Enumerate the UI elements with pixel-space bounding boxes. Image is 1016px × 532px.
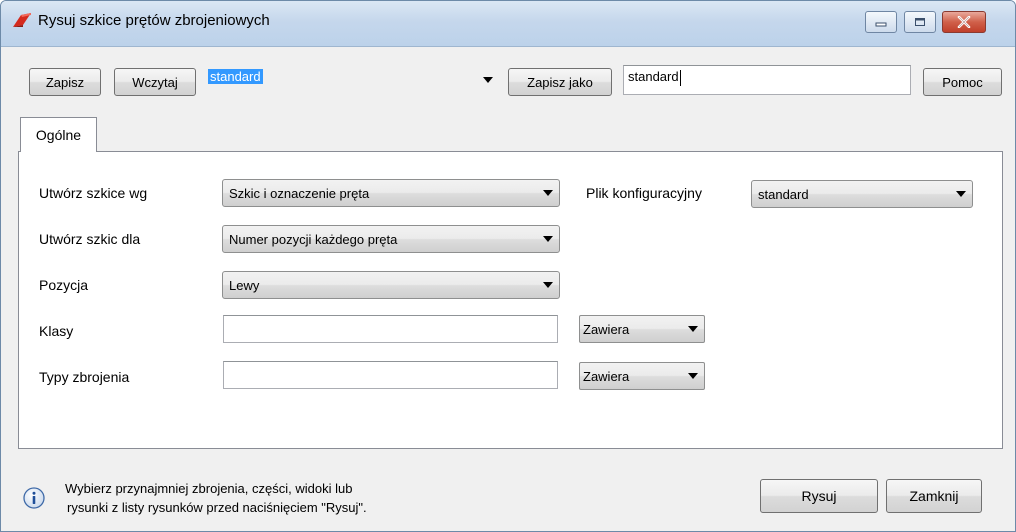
classes-filter-select[interactable]: Zawiera xyxy=(579,315,705,343)
chevron-down-icon xyxy=(682,326,704,332)
create-by-select[interactable]: Szkic i oznaczenie pręta xyxy=(222,179,560,207)
info-message: Wybierz przynajmniej zbrojenia, części, … xyxy=(65,479,495,517)
minimize-button[interactable] xyxy=(865,11,897,33)
config-file-select[interactable]: standard xyxy=(751,180,973,208)
help-button[interactable]: Pomoc xyxy=(923,68,1002,96)
save-as-button[interactable]: Zapisz jako xyxy=(508,68,612,96)
save-as-name-input[interactable]: standard xyxy=(623,65,911,95)
rebar-types-filter-select[interactable]: Zawiera xyxy=(579,362,705,390)
chevron-down-icon xyxy=(682,373,704,379)
position-select[interactable]: Lewy xyxy=(222,271,560,299)
info-line-1: Wybierz przynajmniej zbrojenia, części, … xyxy=(65,481,353,496)
position-value: Lewy xyxy=(229,277,260,293)
chevron-down-icon xyxy=(950,191,972,197)
rebar-types-label: Typy zbrojenia xyxy=(39,369,130,385)
title-bar[interactable]: Rysuj szkice prętów zbrojeniowych xyxy=(1,1,1015,47)
save-as-name-value: standard xyxy=(628,69,679,84)
rebar-types-input[interactable] xyxy=(223,361,558,389)
position-label: Pozycja xyxy=(39,277,89,293)
close-button[interactable]: Zamknij xyxy=(886,479,982,513)
preset-value: standard xyxy=(208,69,263,84)
dialog-window: Rysuj szkice prętów zbrojeniowych Zapisz… xyxy=(0,0,1016,532)
app-icon xyxy=(13,13,31,27)
info-icon xyxy=(23,487,45,509)
classes-label: Klasy xyxy=(39,323,74,339)
chevron-down-icon[interactable] xyxy=(479,67,497,93)
create-for-select[interactable]: Numer pozycji każdego pręta xyxy=(222,225,560,253)
create-by-label: Utwórz szkice wg xyxy=(39,185,148,201)
draw-button[interactable]: Rysuj xyxy=(760,479,878,513)
classes-input[interactable] xyxy=(223,315,558,343)
create-for-label: Utwórz szkic dla xyxy=(39,231,141,247)
chevron-down-icon xyxy=(537,282,559,288)
preset-combo[interactable]: standard xyxy=(207,67,497,93)
config-file-label: Plik konfiguracyjny xyxy=(586,185,702,201)
save-button[interactable]: Zapisz xyxy=(29,68,101,96)
tab-general[interactable]: Ogólne xyxy=(20,117,97,152)
minimize-icon xyxy=(875,22,887,27)
chevron-down-icon xyxy=(537,236,559,242)
close-icon xyxy=(957,16,971,28)
create-for-value: Numer pozycji każdego pręta xyxy=(229,231,398,247)
create-by-value: Szkic i oznaczenie pręta xyxy=(229,185,370,201)
rebar-types-filter-value: Zawiera xyxy=(583,368,630,384)
info-line-2: rysunki z listy rysunków przed naciśnięc… xyxy=(67,500,367,515)
chevron-down-icon xyxy=(537,190,559,196)
load-button[interactable]: Wczytaj xyxy=(114,68,196,96)
classes-filter-value: Zawiera xyxy=(583,321,630,337)
text-caret xyxy=(679,69,681,86)
config-file-value: standard xyxy=(758,186,809,202)
window-title: Rysuj szkice prętów zbrojeniowych xyxy=(38,12,270,29)
maximize-button[interactable] xyxy=(904,11,936,33)
close-window-button[interactable] xyxy=(942,11,986,33)
maximize-icon xyxy=(915,18,925,26)
